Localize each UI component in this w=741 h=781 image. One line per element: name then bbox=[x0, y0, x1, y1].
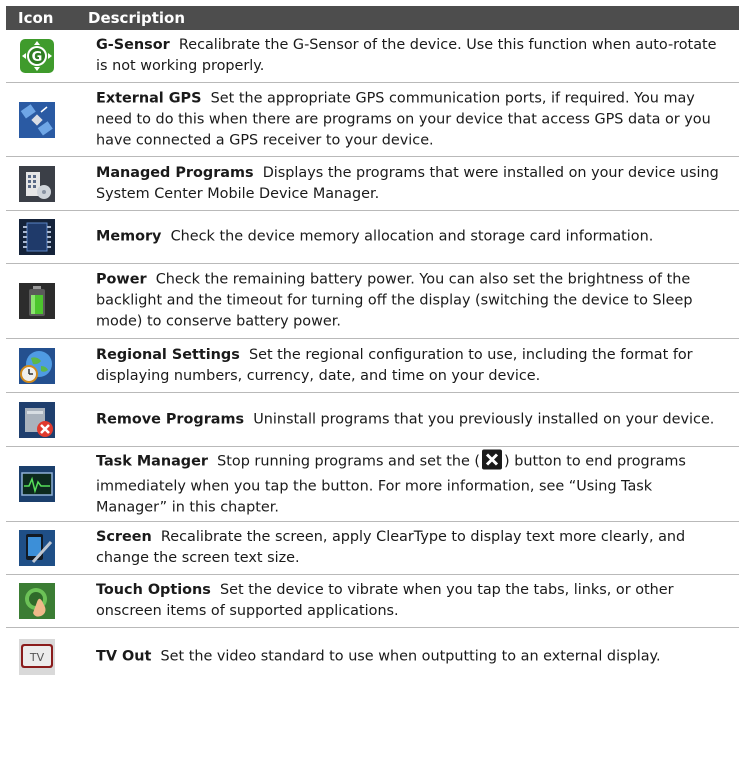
icon-column-header: Icon bbox=[18, 9, 54, 27]
row-description: TV Out Set the video standard to use whe… bbox=[96, 647, 725, 668]
settings-table: Icon Description G G-Sensor Recalibrate … bbox=[6, 6, 739, 686]
table-row: Screen Recalibrate the screen, apply Cle… bbox=[6, 522, 739, 575]
table-row: TV TV Out Set the video standard to use … bbox=[6, 628, 739, 686]
row-title: G-Sensor bbox=[96, 37, 170, 53]
row-title: Power bbox=[96, 271, 147, 288]
screen-stylus-icon bbox=[19, 530, 55, 566]
table-row: External GPS Set the appropriate GPS com… bbox=[6, 83, 739, 157]
memory-chip-icon bbox=[19, 219, 55, 255]
globe-clock-icon bbox=[19, 347, 55, 384]
row-description: Task Manager Stop running programs and s… bbox=[96, 449, 725, 519]
table-row: Memory Check the device memory allocatio… bbox=[6, 211, 739, 264]
task-manager-icon bbox=[19, 466, 55, 502]
table-row: Task Manager Stop running programs and s… bbox=[6, 447, 739, 522]
table-row: Power Check the remaining battery power.… bbox=[6, 264, 739, 339]
row-title: Touch Options bbox=[96, 582, 211, 598]
row-description: Remove Programs Uninstall programs that … bbox=[96, 409, 725, 430]
svg-text:G: G bbox=[32, 50, 43, 65]
remove-programs-icon bbox=[19, 401, 55, 438]
touch-options-icon bbox=[19, 583, 55, 619]
row-text: Recalibrate the screen, apply ClearType … bbox=[96, 529, 686, 566]
table-row: Touch Options Set the device to vibrate … bbox=[6, 575, 739, 628]
g-sensor-icon: G bbox=[19, 38, 55, 74]
row-text: Uninstall programs that you previously i… bbox=[253, 411, 715, 427]
tv-icon: TV bbox=[19, 639, 55, 675]
table-header: Icon Description bbox=[6, 6, 739, 30]
row-description: Managed Programs Displays the programs t… bbox=[96, 163, 725, 205]
row-description: G-Sensor Recalibrate the G-Sensor of the… bbox=[96, 35, 725, 77]
row-title: Task Manager bbox=[96, 453, 208, 470]
row-text: Recalibrate the G-Sensor of the device. … bbox=[96, 37, 717, 74]
row-title: External GPS bbox=[96, 90, 202, 106]
table-row: Managed Programs Displays the programs t… bbox=[6, 157, 739, 211]
row-description: Regional Settings Set the regional confi… bbox=[96, 345, 725, 387]
row-text: Check the remaining battery power. You c… bbox=[96, 271, 693, 330]
row-title: Managed Programs bbox=[96, 164, 254, 181]
row-description: Power Check the remaining battery power.… bbox=[96, 270, 725, 333]
row-title: Remove Programs bbox=[96, 411, 245, 427]
row-text: Set the video standard to use when outpu… bbox=[160, 648, 661, 665]
row-text-part1: Stop running programs and set the ( bbox=[217, 453, 481, 470]
satellite-icon bbox=[19, 101, 55, 138]
row-title: Screen bbox=[96, 529, 152, 545]
svg-text:TV: TV bbox=[29, 651, 45, 664]
table-row: G G-Sensor Recalibrate the G-Sensor of t… bbox=[6, 30, 739, 83]
row-title: Regional Settings bbox=[96, 346, 240, 363]
row-description: External GPS Set the appropriate GPS com… bbox=[96, 88, 725, 151]
row-title: Memory bbox=[96, 228, 162, 245]
table-row: Regional Settings Set the regional confi… bbox=[6, 339, 739, 393]
table-row: Remove Programs Uninstall programs that … bbox=[6, 393, 739, 447]
row-description: Memory Check the device memory allocatio… bbox=[96, 227, 725, 248]
battery-icon bbox=[19, 283, 55, 319]
row-title: TV Out bbox=[96, 648, 152, 665]
row-text: Check the device memory allocation and s… bbox=[170, 228, 654, 245]
close-button-icon bbox=[482, 449, 503, 477]
description-column-header: Description bbox=[88, 9, 186, 27]
row-description: Screen Recalibrate the screen, apply Cle… bbox=[96, 527, 725, 569]
row-description: Touch Options Set the device to vibrate … bbox=[96, 580, 725, 622]
managed-programs-icon bbox=[19, 165, 55, 202]
